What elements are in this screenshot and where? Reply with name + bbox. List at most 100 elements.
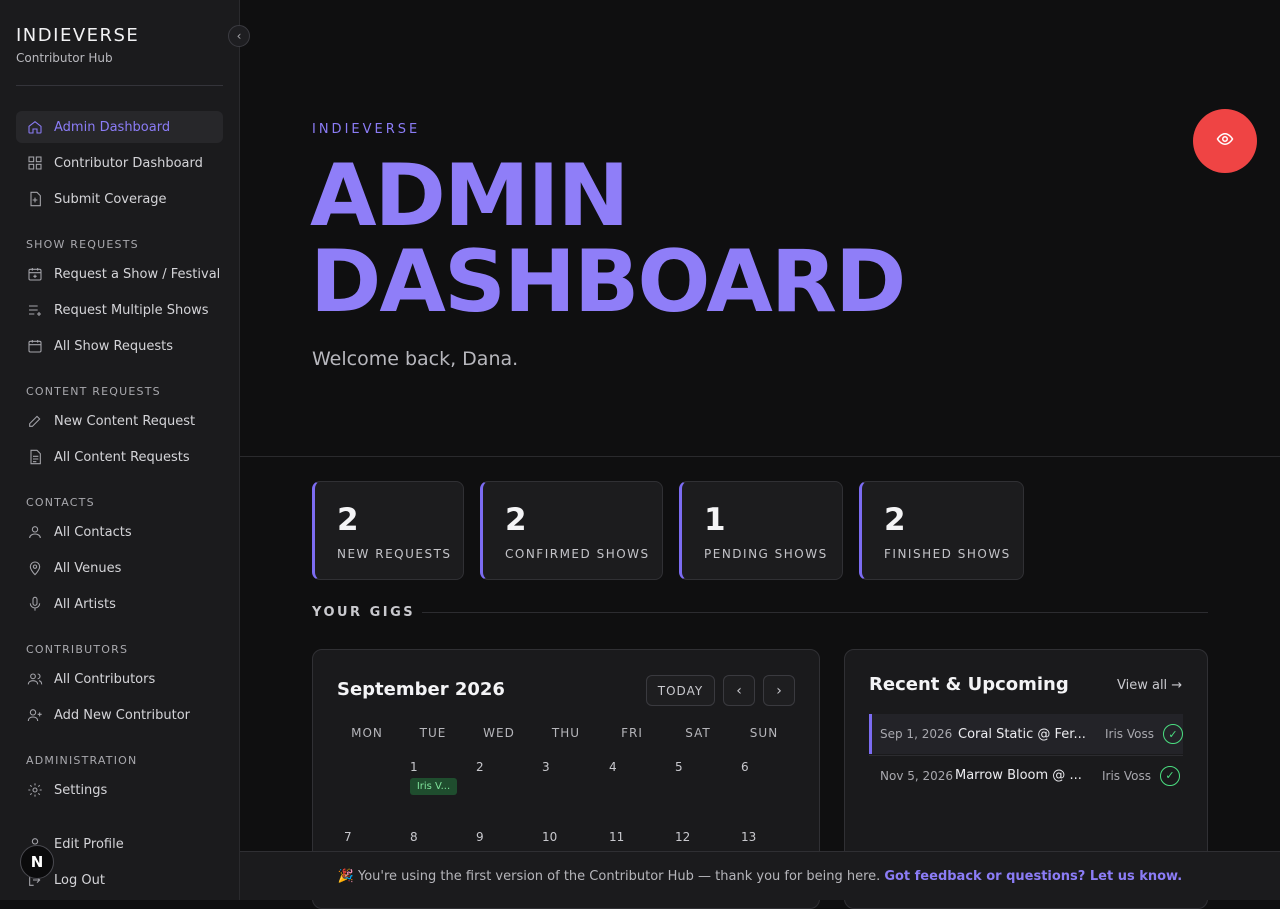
list-item[interactable]: Sep 1, 2026 Coral Static @ Fer... Iris V…: [869, 714, 1183, 754]
weekday-thu: THU: [551, 726, 581, 740]
dev-badge[interactable]: N: [20, 845, 54, 879]
home-icon: [26, 118, 44, 136]
weekday-wed: WED: [483, 726, 515, 740]
gig-title: Marrow Bloom @ ...: [955, 768, 1082, 783]
today-button[interactable]: TODAY: [646, 675, 715, 706]
prev-month-button[interactable]: ‹: [723, 675, 755, 706]
calendar-day[interactable]: 7: [344, 830, 352, 844]
list-plus-icon: [26, 301, 44, 319]
divider: [16, 85, 223, 86]
map-pin-icon: [26, 559, 44, 577]
user-plus-icon: [26, 706, 44, 724]
sidebar-item-label: All Venues: [54, 560, 122, 576]
stat-value: 2: [884, 502, 906, 538]
sidebar-item-all-contacts[interactable]: All Contacts: [16, 516, 223, 548]
calendar-day[interactable]: 5: [675, 760, 683, 774]
calendar-plus-icon: [26, 265, 44, 283]
view-all-link[interactable]: View all →: [1117, 678, 1182, 693]
weekday-sat: SAT: [685, 726, 711, 740]
page-title-line-1: ADMIN: [310, 146, 630, 246]
sidebar-item-all-contributors[interactable]: All Contributors: [16, 663, 223, 695]
stat-label: PENDING SHOWS: [704, 547, 828, 561]
recent-title: Recent & Upcoming: [869, 674, 1069, 695]
preview-button[interactable]: [1193, 109, 1257, 173]
chevron-left-icon: ‹: [736, 682, 742, 699]
sidebar-item-label: Admin Dashboard: [54, 119, 171, 135]
calendar-day[interactable]: 8: [410, 830, 418, 844]
users-icon: [26, 670, 44, 688]
stat-label: NEW REQUESTS: [337, 547, 452, 561]
stat-value: 2: [337, 502, 359, 538]
page-title-line-2: DASHBOARD: [310, 232, 906, 332]
stat-card-finished-shows[interactable]: 2 FINISHED SHOWS: [859, 481, 1024, 580]
feedback-link[interactable]: Got feedback or questions? Let us know.: [884, 869, 1182, 884]
sidebar-item-all-content-requests[interactable]: All Content Requests: [16, 441, 223, 473]
gig-date: Nov 5, 2026: [880, 768, 954, 783]
sidebar-item-label: All Show Requests: [54, 338, 174, 354]
calendar-day[interactable]: 1: [410, 760, 418, 774]
list-item[interactable]: Nov 5, 2026 Marrow Bloom @ ... Iris Voss…: [869, 755, 1183, 795]
calendar-day[interactable]: 9: [476, 830, 484, 844]
check-circle-icon: ✓: [1163, 724, 1183, 744]
sidebar-item-all-venues[interactable]: All Venues: [16, 552, 223, 584]
sidebar-item-contributor-dashboard[interactable]: Contributor Dashboard: [16, 147, 223, 179]
stat-card-confirmed-shows[interactable]: 2 CONFIRMED SHOWS: [480, 481, 663, 580]
sidebar-item-add-contributor[interactable]: Add New Contributor: [16, 699, 223, 731]
welcome-message: Welcome back, Dana.: [312, 348, 519, 370]
calendar-day[interactable]: 3: [542, 760, 550, 774]
weekday-fri: FRI: [621, 726, 643, 740]
feedback-banner: 🎉 You're using the first version of the …: [240, 851, 1280, 900]
calendar-month: September 2026: [337, 679, 505, 700]
sidebar-item-label: Settings: [54, 782, 108, 798]
section-title-your-gigs: YOUR GIGS: [312, 605, 416, 620]
sidebar-item-admin-dashboard[interactable]: Admin Dashboard: [16, 111, 223, 143]
stat-card-pending-shows[interactable]: 1 PENDING SHOWS: [679, 481, 843, 580]
calendar-icon: [26, 337, 44, 355]
calendar-day[interactable]: 6: [741, 760, 749, 774]
grid-icon: [26, 154, 44, 172]
sidebar-item-label: Contributor Dashboard: [54, 155, 203, 171]
section-administration: ADMINISTRATION: [26, 754, 138, 767]
calendar-day[interactable]: 4: [609, 760, 617, 774]
stat-label: CONFIRMED SHOWS: [505, 547, 650, 561]
sidebar-item-label: All Contributors: [54, 671, 156, 687]
pencil-icon: [26, 412, 44, 430]
calendar-event-chip[interactable]: Iris V...: [410, 778, 457, 795]
section-content-requests: CONTENT REQUESTS: [26, 385, 161, 398]
sidebar-item-settings[interactable]: Settings: [16, 774, 223, 806]
calendar-day[interactable]: 12: [675, 830, 690, 844]
section-contributors: CONTRIBUTORS: [26, 643, 129, 656]
next-month-button[interactable]: ›: [763, 675, 795, 706]
eye-icon: [1216, 130, 1234, 152]
gig-contributor: Iris Voss: [1105, 727, 1154, 741]
sidebar-item-label: Submit Coverage: [54, 191, 167, 207]
sidebar-item-all-artists[interactable]: All Artists: [16, 588, 223, 620]
stat-value: 1: [704, 502, 726, 538]
sidebar-item-request-multiple[interactable]: Request Multiple Shows: [16, 294, 223, 326]
sidebar-item-label: Add New Contributor: [54, 707, 190, 723]
stat-card-new-requests[interactable]: 2 NEW REQUESTS: [312, 481, 464, 580]
divider: [240, 456, 1280, 457]
chevron-left-icon: ‹: [236, 29, 242, 43]
main-content: INDIEVERSE ADMIN DASHBOARD Welcome back,…: [240, 0, 1280, 909]
user-icon: [26, 523, 44, 541]
calendar-day[interactable]: 2: [476, 760, 484, 774]
calendar-day[interactable]: 10: [542, 830, 557, 844]
sidebar-item-all-show-requests[interactable]: All Show Requests: [16, 330, 223, 362]
sidebar-item-request-show[interactable]: Request a Show / Festival: [16, 258, 223, 290]
banner-text: You're using the first version of the Co…: [358, 868, 881, 884]
stat-label: FINISHED SHOWS: [884, 547, 1011, 561]
calendar-day[interactable]: 11: [609, 830, 624, 844]
weekday-tue: TUE: [419, 726, 447, 740]
section-show-requests: SHOW REQUESTS: [26, 238, 139, 251]
collapse-sidebar-button[interactable]: ‹: [228, 25, 250, 47]
divider: [422, 612, 1208, 613]
calendar-day[interactable]: 13: [741, 830, 756, 844]
sidebar-item-new-content-request[interactable]: New Content Request: [16, 405, 223, 437]
gig-contributor: Iris Voss: [1102, 768, 1151, 783]
section-contacts: CONTACTS: [26, 496, 95, 509]
sidebar-item-submit-coverage[interactable]: Submit Coverage: [16, 183, 223, 215]
gig-title: Coral Static @ Fer...: [958, 726, 1086, 742]
sidebar-item-label: Log Out: [54, 872, 105, 888]
sidebar: INDIEVERSE Contributor Hub Admin Dashboa…: [0, 0, 240, 900]
